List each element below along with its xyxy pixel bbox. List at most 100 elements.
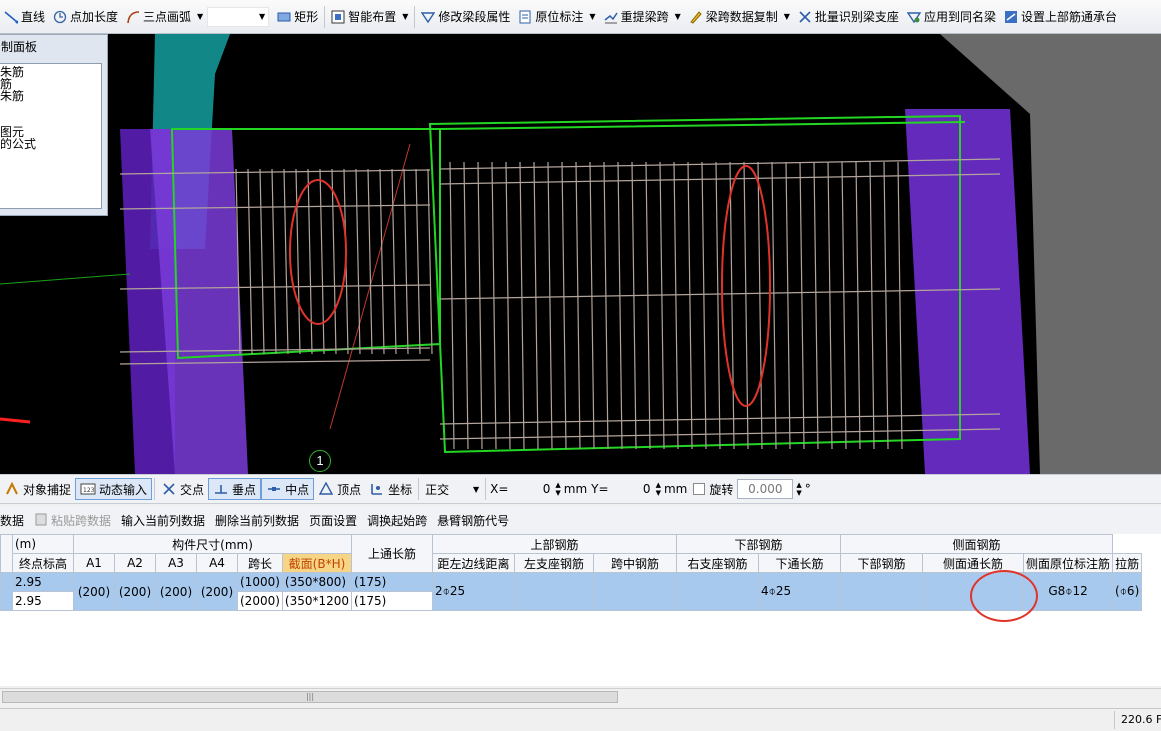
mid-span-header[interactable]: 跨中钢筋 (593, 553, 678, 573)
tool-batch-support[interactable]: 批量识别梁支座 (794, 4, 903, 30)
midpoint-button[interactable]: 中点 (261, 478, 315, 500)
arc-mode-combo[interactable]: ▼ (207, 6, 270, 27)
section-header[interactable]: 截面(B*H) (281, 553, 353, 573)
bottom-through-cell[interactable]: 4⌽25 (758, 572, 842, 611)
swap-start-span-button[interactable]: 调换起始跨 (362, 512, 432, 529)
top-through-cell[interactable]: 2⌽25 (432, 572, 516, 611)
left-support-cell[interactable] (514, 572, 595, 611)
right-support-cell[interactable] (676, 572, 760, 611)
side-through-cell[interactable] (922, 572, 1025, 611)
tool-beam-property[interactable]: 修改梁段属性 (417, 4, 514, 30)
smart-layout-dropdown-icon[interactable]: ▼ (402, 12, 408, 21)
spin-down-icon[interactable]: ▼ (555, 489, 560, 497)
left-edge-dist-cell[interactable]: (175) (351, 572, 434, 592)
paste-span-data-button[interactable]: 粘贴跨数据 (29, 512, 116, 529)
left-edge-dist-input[interactable]: (175) (351, 591, 434, 611)
coordinate-button[interactable]: 坐标 (365, 478, 416, 500)
vertex-button[interactable]: 顶点 (314, 478, 365, 500)
panel-item[interactable]: 的公式 (0, 138, 101, 150)
panel-item[interactable]: 朱筋 (0, 66, 101, 78)
a2-header[interactable]: A2 (114, 553, 156, 573)
delete-column-button[interactable]: 删除当前列数据 (210, 512, 304, 529)
ortho-select[interactable]: 正交 ▼ (421, 478, 483, 500)
a2-cell[interactable]: (200) (114, 572, 156, 611)
chevron-down-icon: ▼ (472, 484, 480, 494)
intersection-label: 交点 (180, 482, 205, 497)
panel-item[interactable]: 图元 (0, 126, 101, 138)
spin-down-icon[interactable]: ▼ (796, 489, 801, 497)
tool-in-situ-mark[interactable]: 原位标注 ▼ (514, 4, 599, 30)
panel-item[interactable] (0, 102, 101, 114)
panel-item[interactable] (0, 114, 101, 126)
tool-rectangle[interactable]: 矩形 (273, 4, 322, 30)
table-row[interactable]: 2.95 (200) (200) (200) (200) (1000) (350… (0, 572, 1143, 611)
spin-up-icon[interactable]: ▲ (796, 481, 801, 489)
perpendicular-button[interactable]: 垂点 (208, 478, 262, 500)
section-input[interactable]: (350*1200 (281, 591, 353, 611)
panel-item[interactable]: 朱筋 (0, 90, 101, 102)
tool-smart-layout[interactable]: 智能布置 ▼ (327, 4, 412, 30)
copy-span-dropdown-icon[interactable]: ▼ (784, 12, 790, 21)
horizontal-scrollbar[interactable]: ||| (0, 688, 1161, 704)
spin-up-icon[interactable]: ▲ (555, 481, 560, 489)
end-elevation-input[interactable]: 2.95 (12, 591, 74, 611)
bottom-bar-cell[interactable] (840, 572, 924, 611)
tool-in-situ-mark-label: 原位标注 (535, 10, 584, 24)
right-support-header[interactable]: 右支座钢筋 (676, 553, 760, 573)
spin-up-icon[interactable]: ▲ (656, 481, 661, 489)
data-button[interactable]: 数据 (0, 512, 29, 529)
side-through-header[interactable]: 侧面通长筋 (922, 553, 1025, 573)
end-elevation-cell[interactable]: 2.95 (12, 572, 74, 592)
arc-dropdown-icon[interactable]: ▼ (197, 12, 203, 21)
a3-header[interactable]: A3 (155, 553, 197, 573)
end-elevation-header[interactable]: 终点标高 (12, 553, 74, 573)
a4-cell[interactable]: (200) (196, 572, 238, 611)
tool-copy-span-data[interactable]: 梁跨数据复制 ▼ (685, 4, 794, 30)
section-cell[interactable]: (350*800) (281, 572, 353, 592)
panel-list[interactable]: 朱筋 筋 朱筋 图元 的公式 (0, 63, 102, 209)
rotate-spinner[interactable]: ▲ ▼ (796, 481, 801, 497)
y-coordinate-input[interactable] (608, 480, 653, 498)
bottom-bar-header[interactable]: 下部钢筋 (840, 553, 924, 573)
a1-header[interactable]: A1 (73, 553, 115, 573)
row-header[interactable] (0, 572, 13, 611)
left-support-header[interactable]: 左支座钢筋 (514, 553, 595, 573)
main-toolbar: 直线 点加长度 三点画弧 ▼ ▼ 矩形 智能布置 ▼ 修改梁段属性 原位标注 ▼… (0, 0, 1161, 34)
span-length-header[interactable]: 跨长 (237, 553, 283, 573)
mid-span-cell[interactable] (593, 572, 678, 611)
tool-arc[interactable]: 三点画弧 ▼ (122, 4, 207, 30)
rotate-checkbox[interactable] (693, 483, 706, 495)
span-length-input[interactable]: (2000) (237, 591, 283, 611)
dynamic-input-button[interactable]: 123 动态输入 (75, 478, 153, 500)
rotate-angle-input[interactable]: 0.000 (737, 479, 794, 499)
side-in-situ-header[interactable]: 侧面原位标注筋 (1023, 553, 1114, 573)
3d-viewport[interactable]: 制面板 朱筋 筋 朱筋 图元 的公式 1 (0, 34, 1161, 474)
page-setup-button[interactable]: 页面设置 (304, 512, 362, 529)
object-snap-button[interactable]: 对象捕捉 (0, 478, 75, 500)
x-coordinate-input[interactable] (508, 480, 553, 498)
tie-bar-cell[interactable]: (⌽6) (1112, 572, 1143, 611)
re-extract-dropdown-icon[interactable]: ▼ (675, 12, 681, 21)
tool-apply-same-name[interactable]: 应用到同名梁 (903, 4, 1000, 30)
x-spinner[interactable]: ▲ ▼ (555, 481, 560, 497)
side-in-situ-cell[interactable]: G8⌽12 (1023, 572, 1114, 611)
panel-item[interactable]: 筋 (0, 78, 101, 90)
y-spinner[interactable]: ▲ ▼ (656, 481, 661, 497)
scrollbar-thumb[interactable]: ||| (2, 691, 618, 703)
in-situ-dropdown-icon[interactable]: ▼ (589, 12, 595, 21)
input-column-button[interactable]: 输入当前列数据 (116, 512, 210, 529)
spin-down-icon[interactable]: ▼ (656, 489, 661, 497)
left-edge-dist-header[interactable]: 距左边线距离 (432, 553, 516, 573)
a4-header[interactable]: A4 (196, 553, 238, 573)
tool-re-extract-span[interactable]: 重提梁跨 ▼ (600, 4, 685, 30)
tool-line[interactable]: 直线 (0, 4, 49, 30)
span-length-cell[interactable]: (1000) (237, 572, 283, 592)
a3-cell[interactable]: (200) (155, 572, 197, 611)
bottom-through-header[interactable]: 下通长筋 (758, 553, 842, 573)
a1-cell[interactable]: (200) (73, 572, 115, 611)
tool-point-length[interactable]: 点加长度 (49, 4, 122, 30)
intersection-button[interactable]: 交点 (157, 478, 208, 500)
tie-bar-header[interactable]: 拉筋 (1112, 553, 1143, 573)
tool-set-top-rebar[interactable]: 设置上部筋通承台 (1000, 4, 1121, 30)
cantilever-code-button[interactable]: 悬臂钢筋代号 (432, 512, 514, 529)
